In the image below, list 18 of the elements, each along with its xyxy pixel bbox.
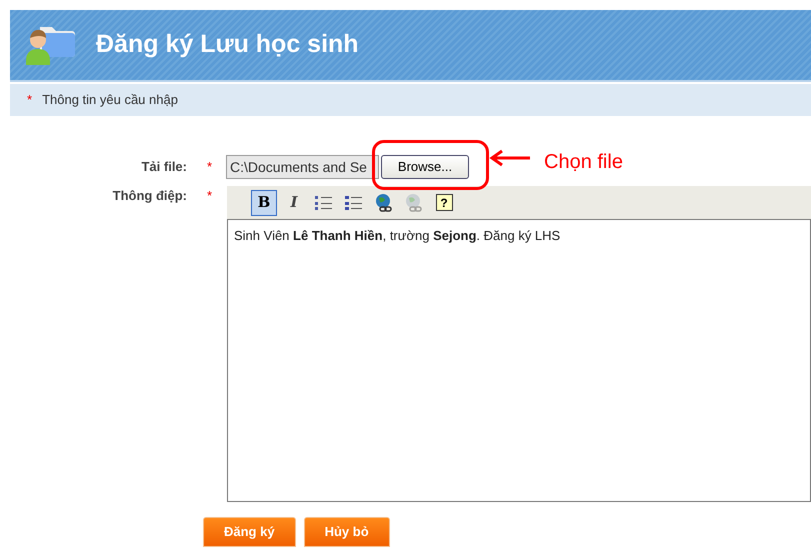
- browse-button[interactable]: Browse...: [381, 155, 469, 179]
- notice-text: Thông tin yêu cầu nhập: [42, 91, 178, 110]
- annotation-label: Chọn file: [544, 150, 623, 175]
- italic-button[interactable]: I: [281, 190, 307, 216]
- globe-link-icon: [374, 192, 394, 212]
- pointer-arrow: [489, 149, 531, 167]
- bullet-list-icon: [345, 194, 363, 210]
- bold-button[interactable]: B: [251, 190, 277, 216]
- page-title: Đăng ký Lưu học sinh: [96, 29, 359, 60]
- required-mark: *: [27, 91, 32, 110]
- field-label: Tải file:: [140, 158, 187, 176]
- required-mark: *: [207, 158, 214, 176]
- file-path-field[interactable]: C:\Documents and Se: [226, 155, 379, 179]
- field-label: Thông điệp:: [112, 187, 187, 205]
- message-field[interactable]: Sinh Viên Lê Thanh Hiền, trường Sejong. Đăng ký LHS: [227, 219, 811, 502]
- help-button[interactable]: ?: [431, 190, 457, 216]
- globe-link-icon: [404, 192, 424, 212]
- required-mark: *: [207, 187, 214, 205]
